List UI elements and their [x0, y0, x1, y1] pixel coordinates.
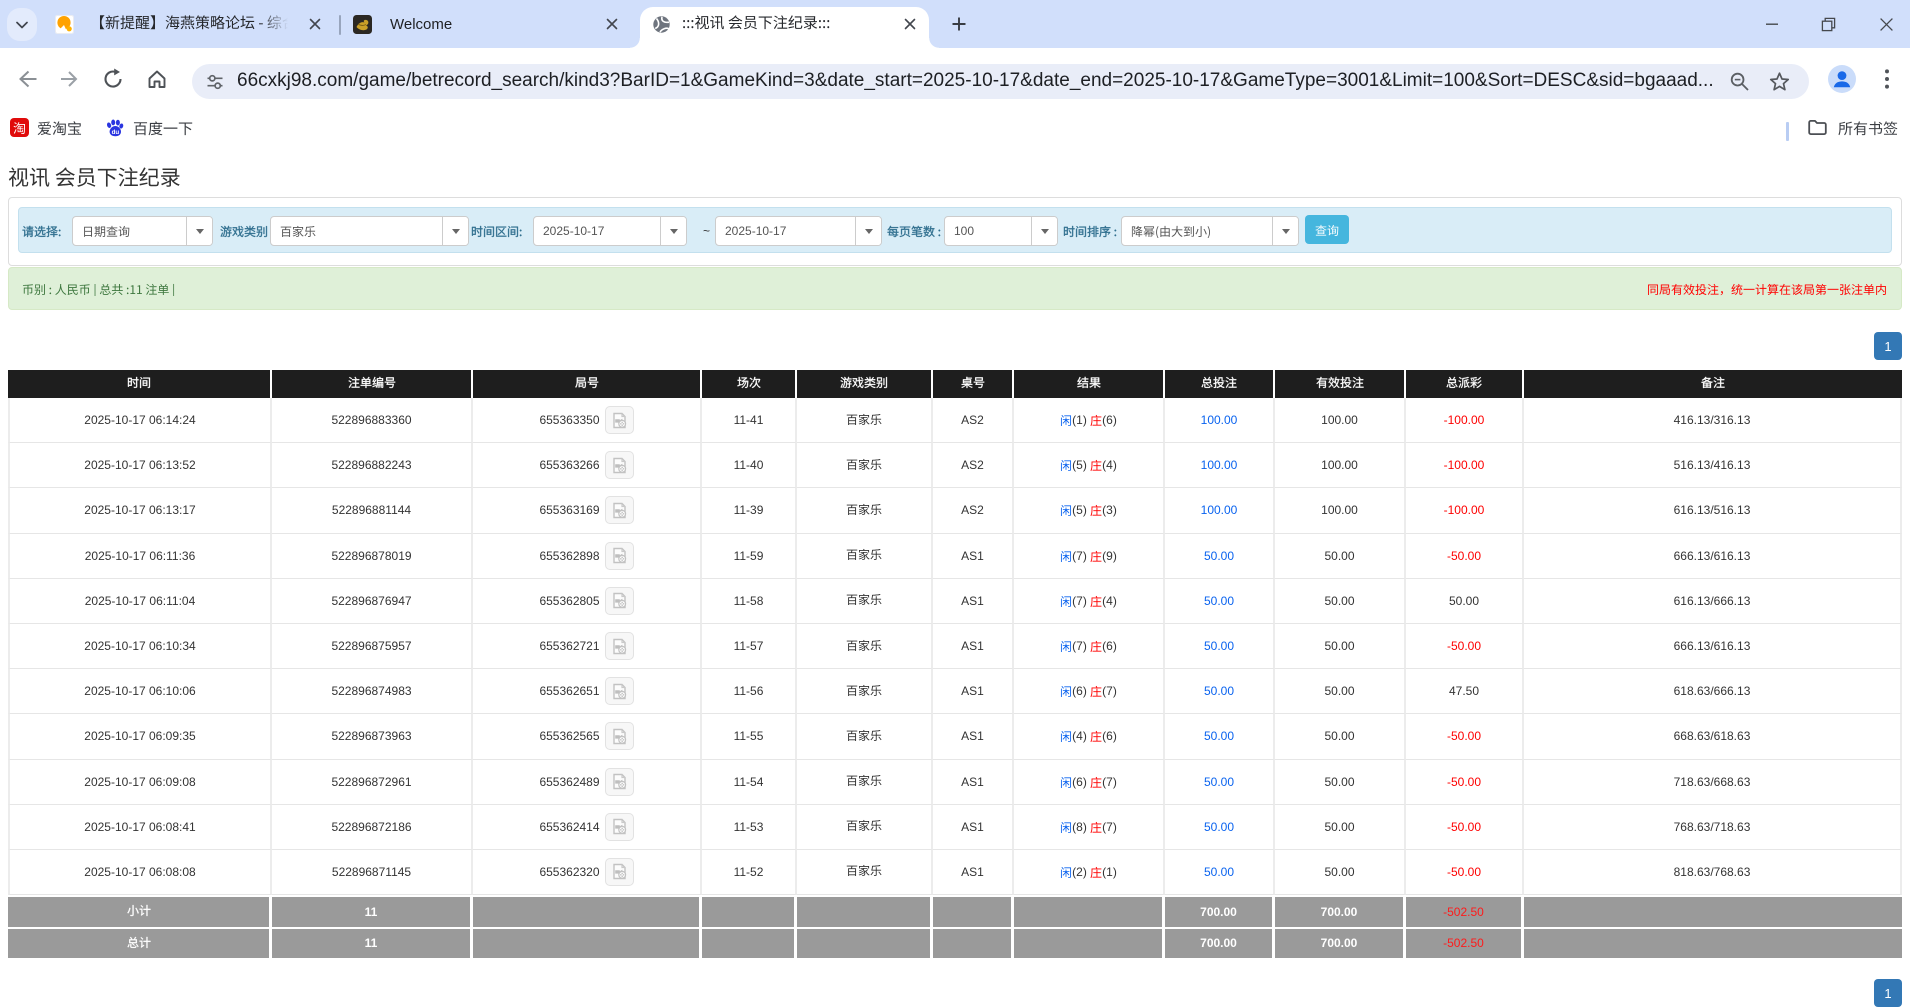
svg-text:du: du: [112, 129, 120, 136]
